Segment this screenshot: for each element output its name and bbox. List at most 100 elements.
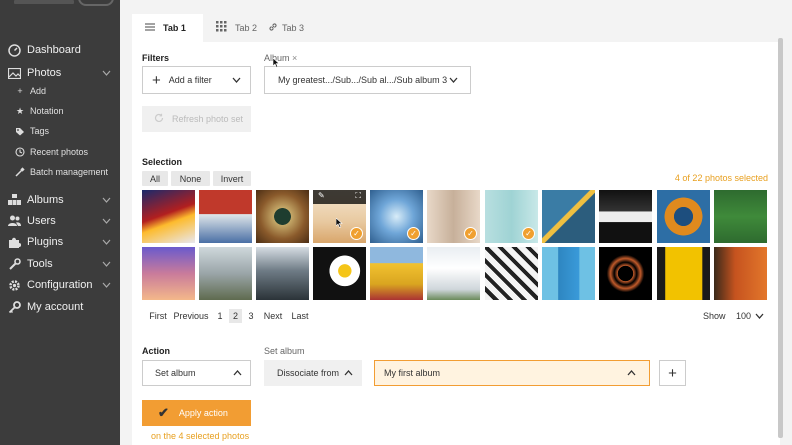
sidebar-item-dashboard[interactable]: Dashboard (0, 40, 120, 60)
chevron-down-icon (102, 216, 111, 226)
photo-thumbnail[interactable] (599, 190, 652, 243)
pager-page-2[interactable]: 2 (229, 309, 242, 323)
album-filter-select[interactable]: My greatest.../Sub.../Sub al.../Sub albu… (264, 66, 471, 94)
sidebar-sub-label: Add (30, 86, 47, 96)
selected-check-icon: ✓ (464, 227, 477, 240)
photo-thumbnail[interactable] (313, 247, 366, 300)
select-all-button[interactable]: All (142, 171, 168, 186)
pager-page-1[interactable]: 1 (214, 309, 226, 323)
clock-icon (15, 147, 25, 157)
tab-label: Tab 1 (163, 23, 186, 33)
photo-thumbnail[interactable]: ✓ (370, 190, 423, 243)
chevron-down-icon (102, 68, 111, 78)
scrollbar[interactable] (776, 0, 785, 445)
association-mode-select[interactable]: Dissociate from (264, 360, 362, 386)
pager-first[interactable]: First (146, 309, 170, 323)
action-select-value: Set album (155, 368, 196, 378)
sidebar-sub-add[interactable]: + Add (0, 82, 120, 100)
remove-album-filter-button[interactable]: × (292, 53, 297, 63)
pager-previous[interactable]: Previous (174, 309, 209, 323)
photo-thumbnail[interactable] (542, 190, 595, 243)
photo-thumbnail[interactable] (714, 247, 767, 300)
users-icon (7, 214, 21, 228)
sidebar: Dashboard Photos + Add ★ Notation Tags R… (0, 0, 120, 445)
refresh-photo-set-button[interactable]: Refresh photo set (142, 106, 251, 132)
action-select[interactable]: Set album (142, 360, 251, 386)
photo-thumbnail[interactable] (599, 247, 652, 300)
sidebar-item-photos[interactable]: Photos (0, 63, 120, 83)
brand-logo (8, 0, 114, 6)
page-size-select[interactable]: 100 (731, 308, 768, 324)
tab-3[interactable]: Tab 3 (268, 14, 318, 42)
photo-thumbnail[interactable]: ✓ (485, 190, 538, 243)
add-filter-label: Add a filter (168, 75, 212, 85)
sidebar-item-plugins[interactable]: Plugins (0, 232, 120, 252)
edit-icon[interactable]: ✎ (318, 191, 325, 200)
sidebar-sub-batch[interactable]: Batch management (0, 163, 120, 181)
selected-check-icon: ✓ (522, 227, 535, 240)
association-mode-value: Dissociate from (277, 368, 340, 378)
photo-thumbnail[interactable] (714, 190, 767, 243)
photo-thumbnail[interactable] (256, 247, 309, 300)
chevron-up-icon (344, 368, 353, 378)
pager-page-3[interactable]: 3 (245, 309, 257, 323)
photo-thumbnail[interactable] (485, 247, 538, 300)
page-size-value: 100 (736, 311, 752, 321)
sidebar-sub-tags[interactable]: Tags (0, 122, 120, 140)
photo-thumbnail[interactable]: ✎ ⛶ ✓ (313, 190, 366, 243)
pager-last[interactable]: Last (290, 309, 310, 323)
filters-heading: Filters (142, 53, 170, 63)
add-filter-button[interactable]: + Add a filter (142, 66, 251, 94)
sidebar-item-label: Plugins (27, 236, 64, 248)
select-none-button[interactable]: None (171, 171, 210, 186)
sidebar-item-configuration[interactable]: Configuration (0, 275, 120, 295)
photo-thumbnail[interactable] (142, 190, 195, 243)
photo-thumbnail[interactable] (199, 190, 252, 243)
sidebar-item-my-account[interactable]: My account (0, 297, 120, 317)
photo-thumbnail[interactable] (370, 247, 423, 300)
photo-thumbnail[interactable] (657, 190, 710, 243)
chevron-down-icon (102, 280, 111, 290)
photo-hover-toolbar: ✎ ⛶ (313, 190, 366, 204)
apply-action-label: Apply action (178, 408, 228, 418)
sidebar-sub-label: Tags (30, 126, 50, 136)
apply-action-button[interactable]: ✔ Apply action (142, 400, 251, 426)
batch-icon (15, 167, 25, 177)
selected-check-icon: ✓ (350, 227, 363, 240)
tab-2[interactable]: Tab 2 (216, 14, 266, 42)
sidebar-sub-notation[interactable]: ★ Notation (0, 102, 120, 120)
photo-thumbnail[interactable] (427, 247, 480, 300)
chevron-down-icon (102, 195, 111, 205)
sidebar-item-albums[interactable]: Albums (0, 190, 120, 210)
photo-thumbnail[interactable]: ✓ (427, 190, 480, 243)
sidebar-sub-recent[interactable]: Recent photos (0, 143, 120, 161)
pager-next[interactable]: Next (262, 309, 284, 323)
invert-selection-button[interactable]: Invert (213, 171, 251, 186)
photo-thumbnail[interactable] (657, 247, 710, 300)
hamburger-icon (145, 22, 155, 34)
star-icon: ★ (15, 105, 25, 116)
show-label: Show (703, 311, 726, 321)
fullscreen-icon[interactable]: ⛶ (355, 191, 361, 201)
sidebar-item-label: Tools (27, 258, 53, 270)
photo-thumbnail[interactable] (142, 247, 195, 300)
link-icon (268, 22, 278, 35)
action-heading: Action (142, 346, 170, 356)
tab-1[interactable]: Tab 1 (132, 14, 203, 42)
photo-thumbnail[interactable] (199, 247, 252, 300)
target-album-select[interactable]: My first album (374, 360, 650, 386)
refresh-label: Refresh photo set (172, 114, 244, 124)
photo-thumbnail[interactable] (256, 190, 309, 243)
photo-thumbnail[interactable] (542, 247, 595, 300)
sidebar-item-label: Albums (27, 194, 64, 206)
sidebar-item-label: Users (27, 215, 56, 227)
albums-icon (7, 193, 21, 207)
sidebar-item-users[interactable]: Users (0, 211, 120, 231)
album-filter-value: My greatest.../Sub.../Sub al.../Sub albu… (278, 75, 448, 85)
add-album-button[interactable]: + (659, 360, 686, 386)
mouse-cursor-icon (335, 217, 343, 230)
scrollbar-thumb[interactable] (778, 38, 783, 438)
sidebar-item-tools[interactable]: Tools (0, 254, 120, 274)
plugins-icon (7, 235, 21, 249)
dashboard-icon (7, 43, 21, 57)
